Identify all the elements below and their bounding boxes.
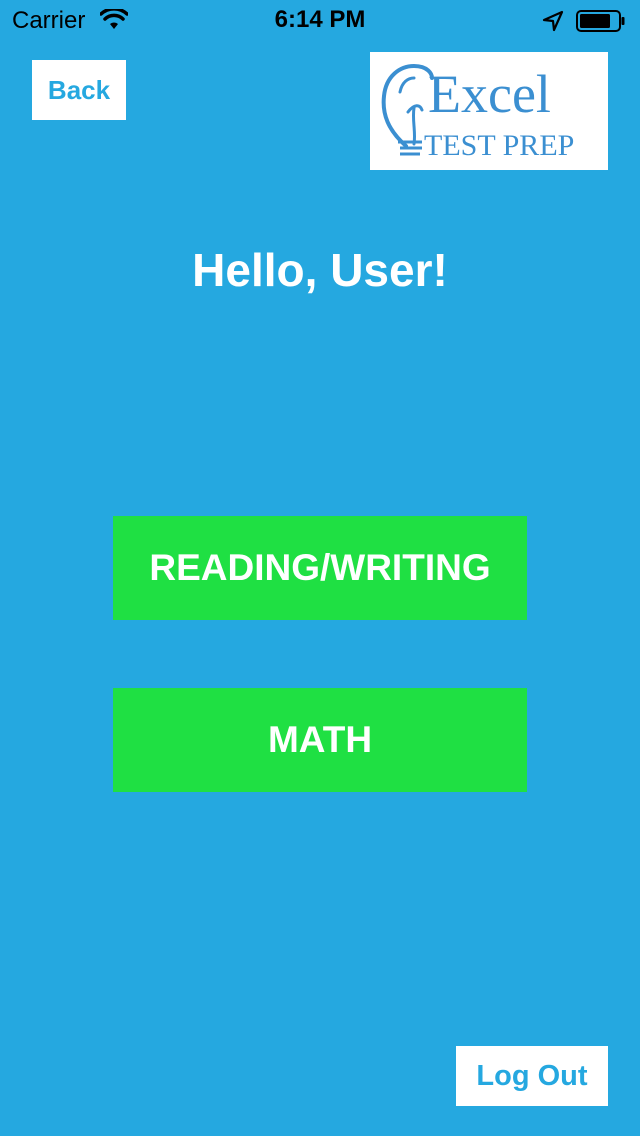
lightbulb-logo-icon: Excel TEST PREP <box>381 63 574 162</box>
log-out-button[interactable]: Log Out <box>456 1046 608 1106</box>
logo-word-excel: Excel <box>428 64 551 124</box>
back-button[interactable]: Back <box>32 60 126 120</box>
logo-word-test-prep: TEST PREP <box>424 129 574 162</box>
reading-writing-button[interactable]: READING/WRITING <box>113 516 527 620</box>
status-bar: Carrier 6:14 PM <box>0 0 640 40</box>
excel-test-prep-logo: Excel TEST PREP <box>370 52 608 170</box>
location-arrow-icon <box>542 10 564 32</box>
math-button[interactable]: MATH <box>113 688 527 792</box>
battery-icon <box>576 10 625 32</box>
greeting-heading: Hello, User! <box>192 244 448 296</box>
